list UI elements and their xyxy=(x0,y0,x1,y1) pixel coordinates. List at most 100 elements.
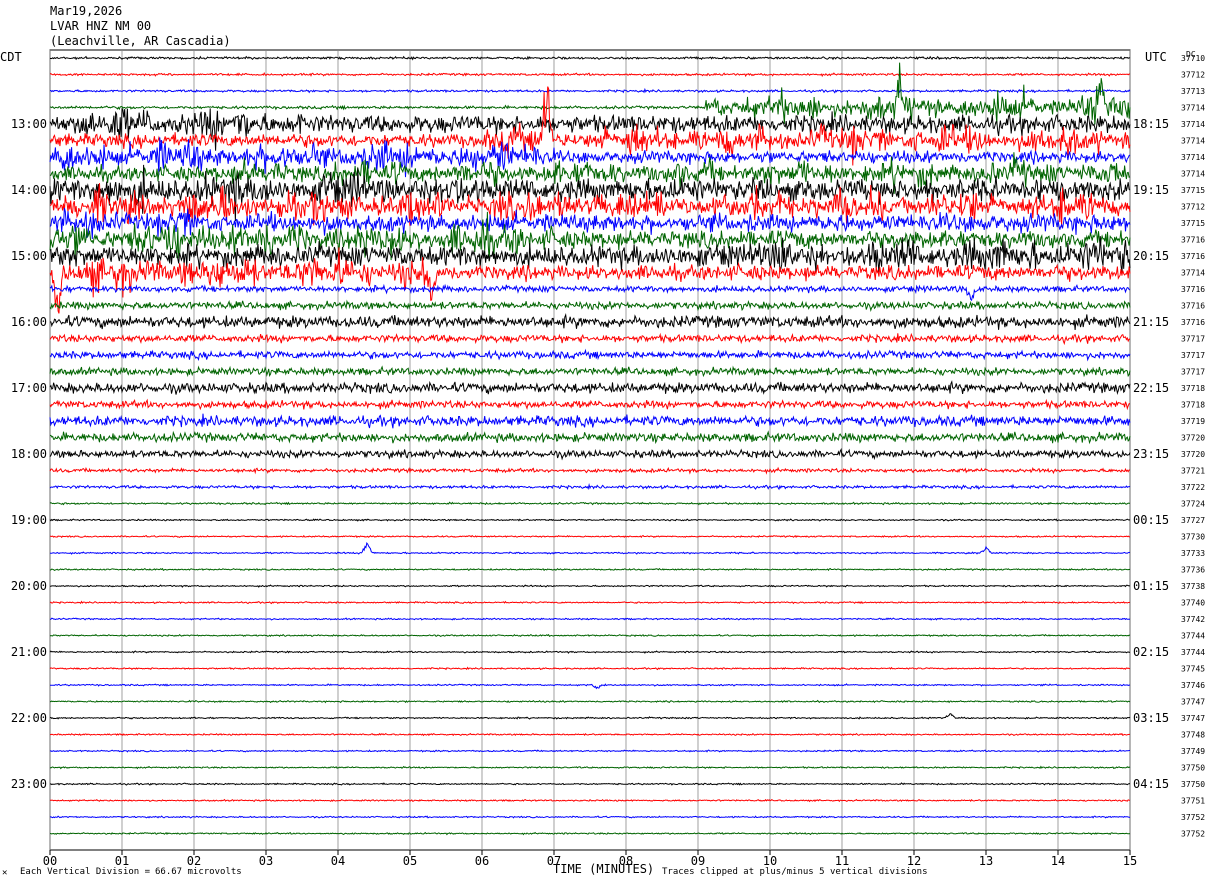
trace-line xyxy=(49,666,1131,671)
x-tick-label: 02 xyxy=(187,854,201,868)
trace-line xyxy=(49,348,1131,362)
dc-offset-label: 37716 xyxy=(1181,318,1205,327)
trace-line xyxy=(49,617,1131,621)
trace-line xyxy=(49,380,1131,396)
dc-offset-label: 37714 xyxy=(1181,137,1205,146)
hour-label-left: 16:00 xyxy=(11,315,47,329)
clip-note: Traces clipped at plus/minus 5 vertical … xyxy=(662,867,928,877)
hour-label-right: 00:15 xyxy=(1133,513,1169,527)
dc-offset-label: 37740 xyxy=(1181,599,1205,608)
hour-label-left: 18:00 xyxy=(11,447,47,461)
trace-line xyxy=(49,55,1131,61)
dc-offset-label: 37730 xyxy=(1181,533,1205,542)
hour-label-right: 01:15 xyxy=(1133,579,1169,593)
x-tick-label: 06 xyxy=(475,854,489,868)
x-tick-label: 01 xyxy=(115,854,129,868)
hour-label-right: 22:15 xyxy=(1133,381,1169,395)
scale-prefix: Each Vertical Division = xyxy=(20,867,151,877)
hour-label-right: 03:15 xyxy=(1133,711,1169,725)
dc-offset-label: 37747 xyxy=(1181,698,1205,707)
trace-line xyxy=(49,466,1131,475)
hour-label-left: 23:00 xyxy=(11,777,47,791)
hour-label-right: 19:15 xyxy=(1133,183,1169,197)
trace-line xyxy=(49,283,1131,302)
trace-line xyxy=(49,518,1131,522)
plot-frame xyxy=(49,49,1131,851)
trace-line xyxy=(49,713,1131,720)
hour-label-left: 15:00 xyxy=(11,249,47,263)
dc-offset-label: 37748 xyxy=(1181,731,1205,740)
trace-line xyxy=(49,312,1131,330)
dc-offset-label: 37742 xyxy=(1181,615,1205,624)
trace-line xyxy=(49,732,1130,737)
trace-line xyxy=(49,798,1131,803)
dc-offset-label: 37720 xyxy=(1181,434,1205,443)
dc-offset-label: 37750 xyxy=(1181,780,1205,789)
dc-offset-label: 37718 xyxy=(1181,384,1205,393)
hour-label-left: 22:00 xyxy=(11,711,47,725)
x-tick-label: 04 xyxy=(331,854,345,868)
trace-line xyxy=(49,765,1131,770)
dc-offset-label: 37714 xyxy=(1181,269,1205,278)
trace-line xyxy=(49,413,1131,429)
trace-line xyxy=(49,831,1131,836)
dc-offset-label: 37752 xyxy=(1181,830,1205,839)
trace-line xyxy=(50,683,1131,690)
dc-offset-label: 37717 xyxy=(1181,351,1205,360)
dc-offset-label: 37747 xyxy=(1181,714,1205,723)
hour-label-left: 17:00 xyxy=(11,381,47,395)
dc-offset-label: 37722 xyxy=(1181,483,1205,492)
dc-offset-label: 37717 xyxy=(1181,368,1205,377)
hour-label-left: 14:00 xyxy=(11,183,47,197)
corner-mark: ✕ xyxy=(2,868,8,878)
trace-line xyxy=(49,650,1131,654)
x-tick-label: 00 xyxy=(43,854,57,868)
dc-offset-label: 37710 xyxy=(1181,54,1205,63)
trace-line xyxy=(49,782,1131,786)
dc-offset-label: 37745 xyxy=(1181,665,1205,674)
hour-label-right: 20:15 xyxy=(1133,249,1169,263)
trace-line xyxy=(49,600,1131,605)
hour-label-right: 02:15 xyxy=(1133,645,1169,659)
trace-line xyxy=(49,62,1131,125)
trace-line xyxy=(49,534,1131,539)
trace-line xyxy=(49,365,1131,378)
dc-offset-label: 37718 xyxy=(1181,401,1205,410)
hour-label-left: 13:00 xyxy=(11,117,47,131)
trace-line xyxy=(49,501,1130,506)
helicorder-chart: 00 01 02 03 04 05 06 07 08 09 10 11 12 13 14 1537710377… xyxy=(11,49,1205,868)
scale-value: 66.67 microvolts xyxy=(155,867,242,877)
trace-line xyxy=(49,633,1131,638)
x-axis-title: TIME (MINUTES) xyxy=(553,862,655,876)
x-tick-label: 05 xyxy=(403,854,417,868)
trace-line xyxy=(49,398,1131,411)
dc-offset-label: 37727 xyxy=(1181,516,1205,525)
hour-label-left: 21:00 xyxy=(11,645,47,659)
dc-offset-label: 37738 xyxy=(1181,582,1205,591)
dc-offset-label: 37751 xyxy=(1181,797,1205,806)
trace-line xyxy=(49,207,1131,240)
dc-offset-label: 37714 xyxy=(1181,153,1205,162)
dc-offset-label: 37719 xyxy=(1181,417,1205,426)
dc-offset-label: 37720 xyxy=(1181,450,1205,459)
dc-offset-label: 37712 xyxy=(1181,71,1205,80)
dc-offset-label: 37712 xyxy=(1181,203,1205,212)
dc-offset-label: 37736 xyxy=(1181,566,1205,575)
dc-offset-label: 37713 xyxy=(1181,87,1205,96)
hour-label-right: 04:15 xyxy=(1133,777,1169,791)
trace-line xyxy=(49,430,1131,445)
x-tick-label: 10 xyxy=(763,854,777,868)
trace-line xyxy=(49,815,1131,819)
dc-offset-label: 37724 xyxy=(1181,500,1205,509)
trace-line xyxy=(49,482,1131,491)
hour-label-right: 18:15 xyxy=(1133,117,1169,131)
trace-line xyxy=(49,332,1130,346)
x-tick-label: 15 xyxy=(1123,854,1137,868)
dc-offset-label: 37752 xyxy=(1181,813,1205,822)
dc-offset-label: 37716 xyxy=(1181,252,1205,261)
dc-offset-label: 37715 xyxy=(1181,186,1205,195)
dc-offset-label: 37744 xyxy=(1181,632,1205,641)
dc-offset-label: 37746 xyxy=(1181,681,1205,690)
x-tick-label: 09 xyxy=(691,854,705,868)
dc-offset-label: 37744 xyxy=(1181,648,1205,657)
